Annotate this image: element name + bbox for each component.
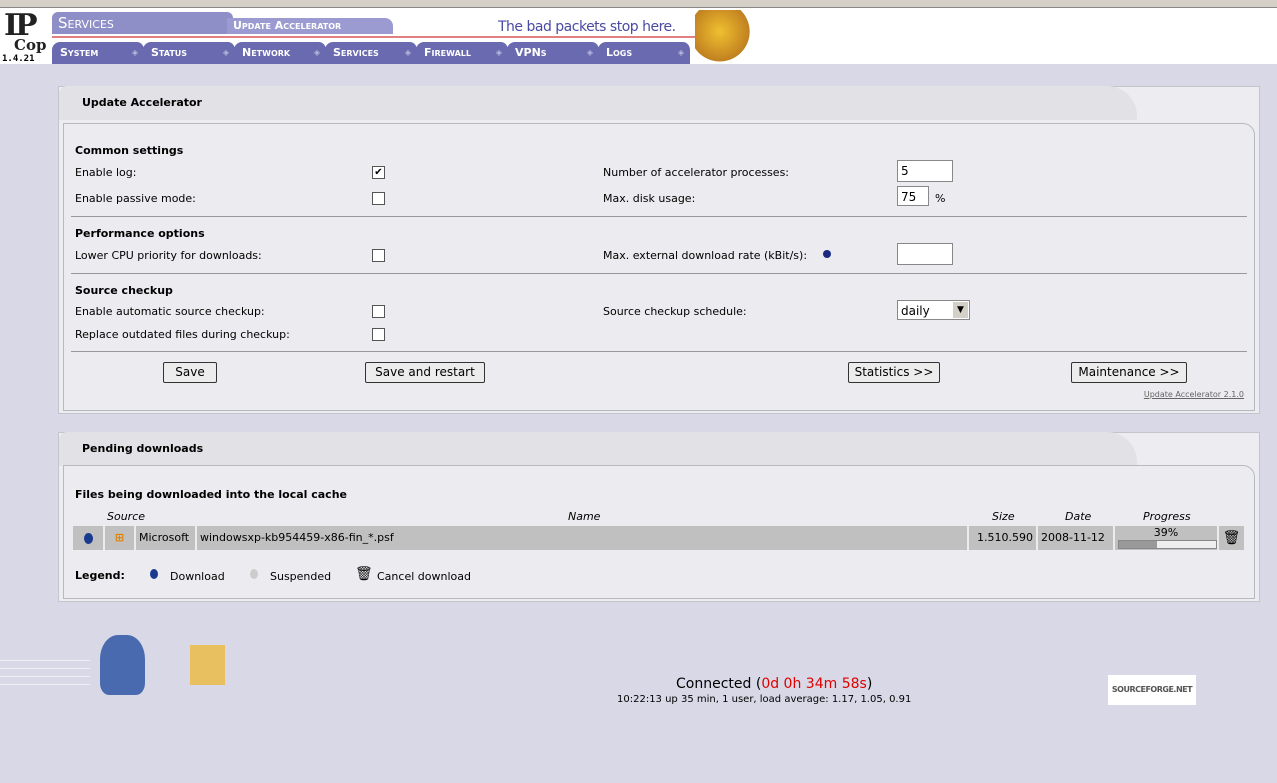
browser-tab-strip (0, 0, 1277, 8)
legend-cancel: Cancel download (377, 570, 471, 583)
divider (52, 36, 732, 38)
info-icon[interactable] (823, 250, 831, 258)
slogan: The bad packets stop here. (498, 19, 676, 35)
date-cell: 2008-11-12 (1038, 526, 1115, 550)
download-rate-label: Max. external download rate (kBit/s): (603, 249, 808, 262)
sourceforge-logo[interactable]: SOURCEFORGE.NET (1108, 675, 1196, 705)
save-button[interactable]: Save (163, 362, 217, 383)
legend-label: Legend: (75, 569, 125, 582)
source-cell: Microsoft (136, 526, 197, 550)
subsection-tab[interactable]: Update Accelerator (227, 18, 393, 34)
nav-network[interactable]: Network (234, 42, 327, 64)
statistics-button[interactable]: Statistics >> (848, 362, 940, 383)
enable-log-checkbox[interactable]: ✔ (372, 166, 385, 179)
section-title: Services (52, 12, 233, 34)
table-row: ⊞ Microsoft windowsxp-kb954459-x86-fin_*… (73, 526, 1244, 550)
settings-body: Common settings Enable log: ✔ Enable pas… (63, 123, 1255, 411)
nav-system[interactable]: System (52, 42, 145, 64)
nav-firewall[interactable]: Firewall (416, 42, 509, 64)
enable-log-label: Enable log: (75, 166, 137, 179)
col-name: Name (568, 510, 601, 523)
disk-usage-label: Max. disk usage: (603, 192, 696, 205)
performance-heading: Performance options (75, 227, 205, 240)
main-nav: System Status Network Services Firewall … (52, 42, 691, 64)
col-size: Size (992, 510, 1015, 523)
windows-logo-icon: ⊞ (105, 526, 136, 550)
auto-checkup-checkbox[interactable] (372, 305, 385, 318)
disk-usage-input[interactable]: 75 (897, 186, 929, 206)
version: 1.4.21 (2, 54, 35, 64)
ipcop-logo: IP Cop 1.4.21 (2, 8, 47, 64)
name-cell: windowsxp-kb954459-x86-fin_*.psf (197, 526, 969, 550)
schedule-label: Source checkup schedule: (603, 305, 747, 318)
lower-cpu-label: Lower CPU priority for downloads: (75, 249, 262, 262)
replace-outdated-label: Replace outdated files during checkup: (75, 328, 290, 341)
pending-body: Files being downloaded into the local ca… (63, 465, 1255, 599)
download-status-icon[interactable] (73, 526, 105, 550)
lower-cpu-checkbox[interactable] (372, 249, 385, 262)
panel-title: Pending downloads (59, 432, 1137, 466)
divider (71, 216, 1247, 217)
auto-checkup-label: Enable automatic source checkup: (75, 305, 265, 318)
nav-status[interactable]: Status (143, 42, 236, 64)
pending-subtitle: Files being downloaded into the local ca… (75, 488, 347, 501)
size-cell: 1.510.590 (969, 526, 1038, 550)
pending-panel: Pending downloads Files being downloaded… (58, 432, 1260, 602)
legend-suspended: Suspended (270, 570, 332, 583)
legend-download: Download (170, 570, 225, 583)
source-checkup-heading: Source checkup (75, 284, 173, 297)
common-heading: Common settings (75, 144, 184, 157)
replace-outdated-checkbox[interactable] (372, 328, 385, 341)
uptime: 0d 0h 34m 58s (761, 676, 867, 692)
col-source: Source (107, 510, 146, 523)
trash-icon: 🗑 (355, 566, 373, 582)
mascot-image (695, 10, 757, 64)
progress-label: 39% (1153, 526, 1179, 539)
download-icon (150, 569, 158, 579)
passive-mode-checkbox[interactable] (372, 192, 385, 205)
paren: ) (866, 676, 873, 692)
progress-cell: 39% (1115, 526, 1219, 550)
passive-mode-label: Enable passive mode: (75, 192, 196, 205)
chevron-down-icon: ▼ (953, 302, 968, 318)
percent-unit: % (935, 192, 946, 205)
panel-title: Update Accelerator (59, 86, 1137, 120)
trash-icon[interactable]: 🗑 (1219, 526, 1244, 550)
schedule-select[interactable]: daily ▼ (897, 300, 970, 320)
nav-logs[interactable]: Logs (598, 42, 691, 64)
maintenance-button[interactable]: Maintenance >> (1071, 362, 1187, 383)
nav-services[interactable]: Services (325, 42, 418, 64)
col-progress: Progress (1143, 510, 1191, 523)
download-rate-input[interactable] (897, 243, 953, 265)
save-restart-button[interactable]: Save and restart (365, 362, 485, 383)
status-line: 10:22:13 up 35 min, 1 user, load average… (617, 694, 912, 705)
col-date: Date (1065, 510, 1092, 523)
divider (71, 273, 1247, 274)
footer-mascot-image (0, 625, 245, 700)
version-link[interactable]: Update Accelerator 2.1.0 (1144, 390, 1244, 399)
divider (71, 351, 1247, 352)
settings-panel: Update Accelerator Common settings Enabl… (58, 86, 1260, 414)
processes-input[interactable]: 5 (897, 160, 953, 182)
schedule-value: daily (901, 304, 930, 318)
suspended-icon (250, 569, 258, 579)
connected-label: Connected (676, 676, 752, 692)
nav-vpns[interactable]: VPNs (507, 42, 600, 64)
processes-label: Number of accelerator processes: (603, 166, 790, 179)
progress-bar-fill (1119, 541, 1157, 548)
